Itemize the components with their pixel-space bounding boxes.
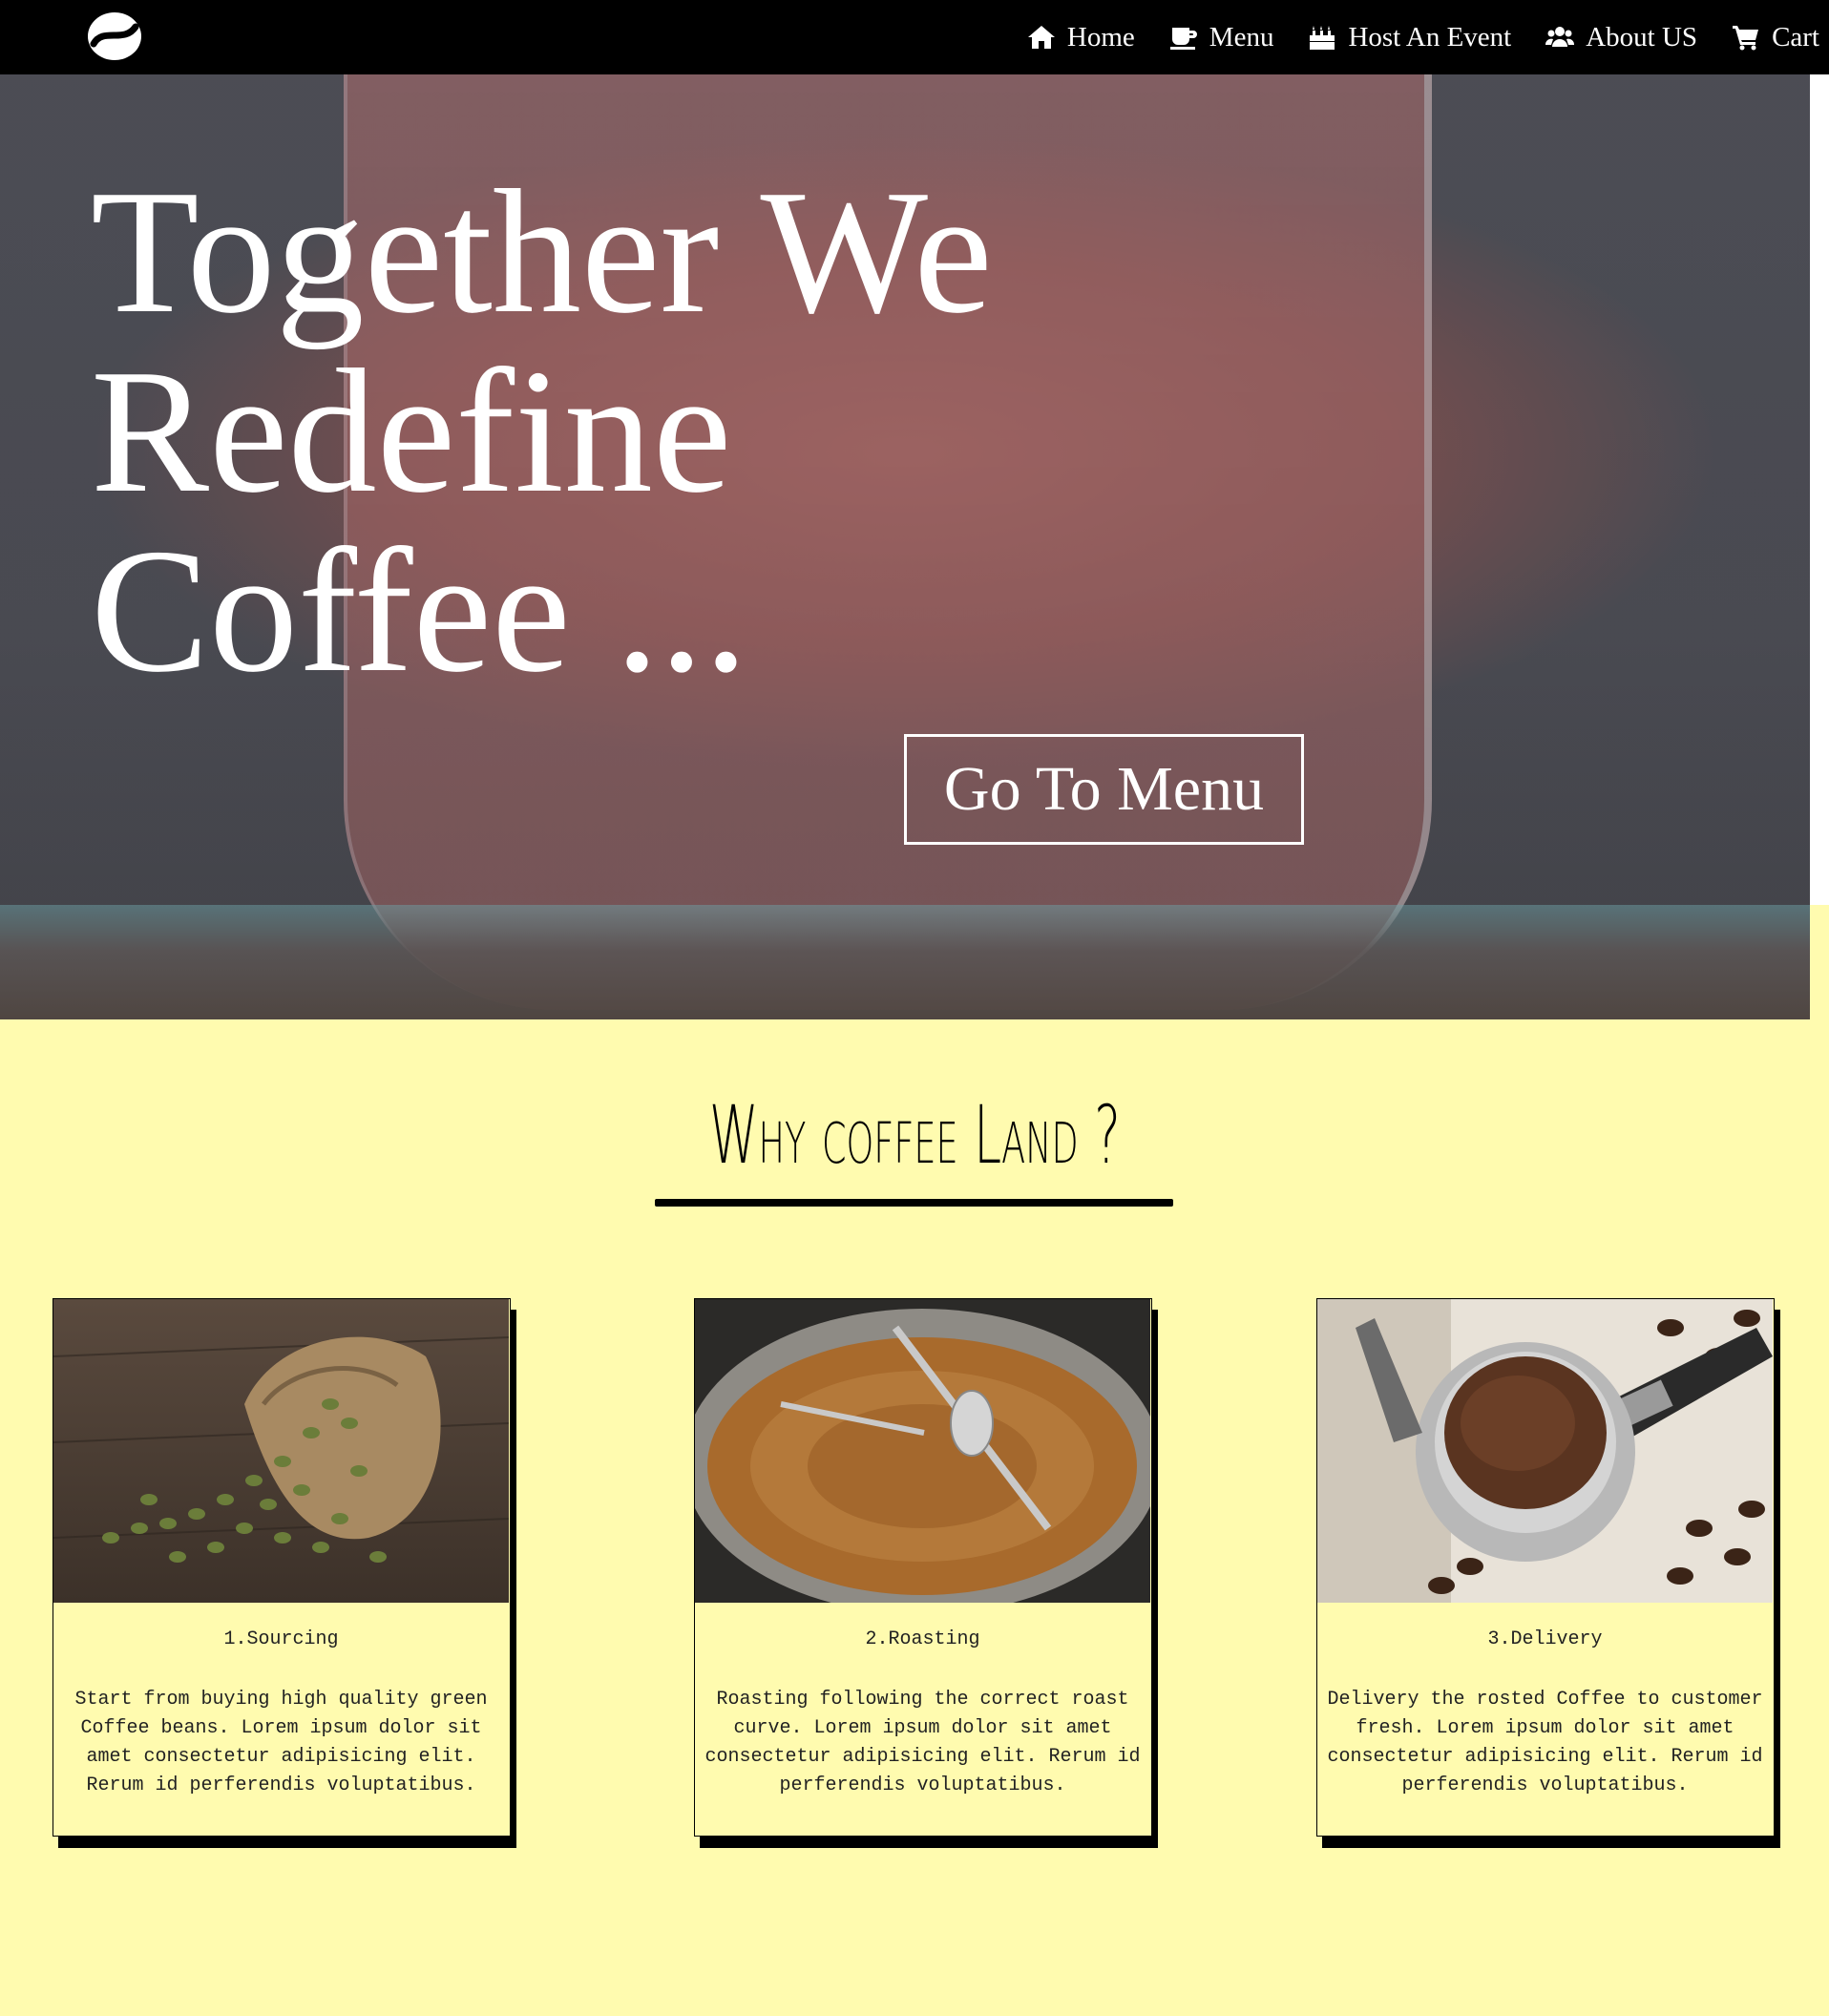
- card-heading: 1.Sourcing: [223, 1628, 339, 1650]
- card-delivery: 3.Delivery Delivery the rosted Coffee to…: [1316, 1298, 1780, 1848]
- hero-banner: Together We Redefine Coffee ... Go To Me…: [0, 74, 1810, 1019]
- roasting-beans-image: [695, 1299, 1150, 1603]
- card-body: 3.Delivery Delivery the rosted Coffee to…: [1316, 1298, 1775, 1837]
- home-icon: [1027, 26, 1055, 49]
- nav-about[interactable]: About US: [1545, 22, 1697, 53]
- go-to-menu-button[interactable]: Go To Menu: [904, 734, 1304, 845]
- card-text: Start from buying high quality green Cof…: [74, 1689, 488, 1796]
- hero-right-gap: [1810, 74, 1829, 905]
- hero-title-line-1: Together We: [91, 154, 993, 350]
- hero-table-surface: [0, 905, 1810, 1019]
- nav-cart[interactable]: Cart: [1732, 22, 1819, 53]
- card-heading: 3.Delivery: [1487, 1628, 1603, 1650]
- nav-home[interactable]: Home: [1027, 22, 1135, 53]
- nav-menu[interactable]: Menu: [1169, 21, 1274, 53]
- nav-about-label: About US: [1586, 21, 1698, 52]
- card-roasting: 2.Roasting Roasting following the correc…: [694, 1298, 1158, 1848]
- card-body: 1.Sourcing Start from buying high qualit…: [53, 1298, 511, 1837]
- section-title: Why coffee Land ?: [0, 1088, 1829, 1182]
- card-sourcing: 1.Sourcing Start from buying high qualit…: [53, 1298, 516, 1848]
- birthday-cake-icon: [1310, 26, 1335, 50]
- navbar: Home Menu Host An Event About US Cart: [0, 0, 1829, 74]
- hero-title-line-3: Coffee ...: [91, 513, 748, 709]
- portafilter-image: [1317, 1299, 1773, 1603]
- nav-home-label: Home: [1066, 21, 1135, 52]
- card-text: Delivery the rosted Coffee to customer f…: [1327, 1689, 1763, 1796]
- card-body: 2.Roasting Roasting following the correc…: [694, 1298, 1152, 1837]
- nav-host-event-label: Host An Event: [1348, 21, 1512, 52]
- coffee-bean-logo-icon[interactable]: [86, 10, 143, 63]
- card-text: Roasting following the correct roast cur…: [704, 1689, 1141, 1796]
- green-beans-image: [53, 1299, 509, 1603]
- main-nav: Home Menu Host An Event About US Cart: [1027, 0, 1829, 74]
- why-coffee-land-heading: Why coffee Land ?: [708, 1088, 1121, 1182]
- users-icon: [1545, 27, 1575, 47]
- section-title-underline: [655, 1199, 1173, 1207]
- card-heading: 2.Roasting: [865, 1628, 980, 1650]
- shopping-cart-icon: [1733, 26, 1759, 51]
- nav-cart-label: Cart: [1772, 21, 1819, 52]
- hero-title-line-2: Redefine: [91, 333, 732, 530]
- nav-host-event[interactable]: Host An Event: [1308, 22, 1511, 53]
- hero-title: Together We Redefine Coffee ...: [91, 162, 1141, 701]
- nav-menu-label: Menu: [1209, 21, 1274, 52]
- coffee-cup-icon: [1169, 28, 1197, 50]
